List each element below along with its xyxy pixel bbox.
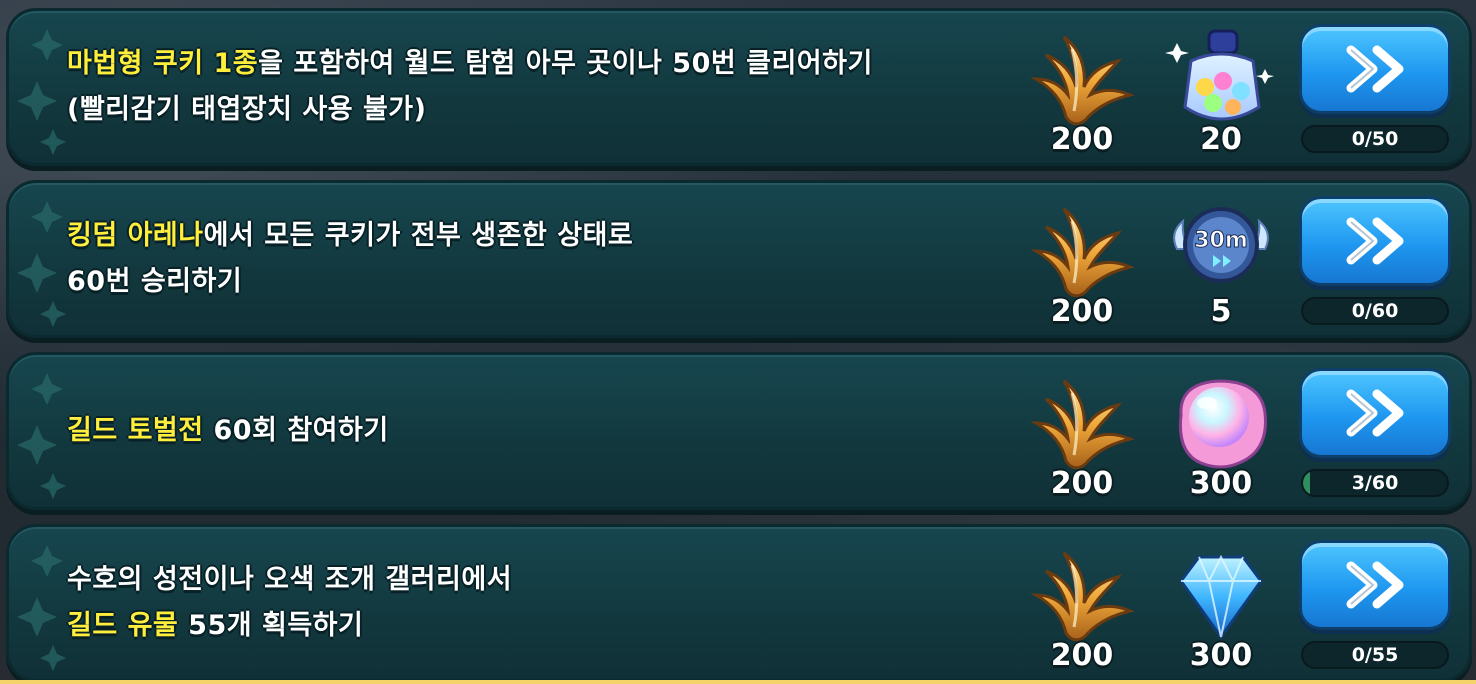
reward-primary: 200 <box>1022 21 1142 159</box>
quest-description: 마법형 쿠키 1종을 포함하여 월드 탐험 아무 곳이나 50번 클리어하기 (빨… <box>67 11 1017 163</box>
quest-keyword: 길드 토벌전 <box>67 415 204 446</box>
reward-secondary: 300 <box>1161 365 1281 503</box>
progress-bar: 0/55 <box>1301 641 1449 669</box>
svg-text:30m: 30m <box>1194 228 1248 253</box>
quest-description: 수호의 성전이나 오색 조개 갤러리에서길드 유물 55개 획득하기 <box>67 527 1017 679</box>
progress-label: 0/55 <box>1351 644 1399 666</box>
progress-bar: 0/60 <box>1301 297 1449 325</box>
quest-description: 길드 토벌전 60회 참여하기 <box>67 355 1017 507</box>
double-chevron-right-icon <box>1346 45 1404 93</box>
quest-text-segment: 60번 승리하기 <box>67 266 243 297</box>
reward-primary: 200 <box>1022 193 1142 331</box>
quest-description: 킹덤 아레나에서 모든 쿠키가 전부 생존한 상태로 60번 승리하기 <box>67 183 1017 335</box>
quest-text-segment: 을 포함하여 월드 탐험 아무 곳이나 50번 클리어하기 <box>258 48 873 79</box>
progress-label: 3/60 <box>1351 472 1399 494</box>
reward-amount: 300 <box>1189 466 1253 501</box>
reward-amount: 20 <box>1200 122 1242 157</box>
reward-amount: 200 <box>1050 466 1114 501</box>
go-button[interactable] <box>1299 196 1451 286</box>
reward-amount: 200 <box>1050 294 1114 329</box>
go-button[interactable] <box>1299 24 1451 114</box>
quest-description-line: 수호의 성전이나 오색 조개 갤러리에서 <box>67 557 1017 603</box>
quest-keyword: 킹덤 아레나 <box>67 220 204 251</box>
progress-bar: 0/50 <box>1301 125 1449 153</box>
quest-description-line: (빨리감기 태엽장치 사용 불가) <box>67 87 1017 133</box>
quest-card: 마법형 쿠키 1종을 포함하여 월드 탐험 아무 곳이나 50번 클리어하기 (빨… <box>6 8 1472 166</box>
quest-text-segment: 55개 획득하기 <box>178 610 364 641</box>
reward-amount: 300 <box>1189 638 1253 673</box>
bottom-strip <box>0 680 1476 684</box>
double-chevron-right-icon <box>1346 217 1404 265</box>
quest-description-line: 길드 유물 55개 획득하기 <box>67 603 1017 649</box>
progress-label: 0/60 <box>1351 300 1399 322</box>
reward-amount: 200 <box>1050 122 1114 157</box>
quest-text-segment: (빨리감기 태엽장치 사용 불가) <box>67 94 427 125</box>
quest-keyword: 마법형 쿠키 1종 <box>67 48 259 79</box>
reward-secondary: 30m 5 <box>1161 193 1281 331</box>
go-button[interactable] <box>1299 540 1451 630</box>
reward-primary: 200 <box>1022 365 1142 503</box>
quest-card: 킹덤 아레나에서 모든 쿠키가 전부 생존한 상태로 60번 승리하기 200 3… <box>6 180 1472 338</box>
progress-label: 0/50 <box>1351 128 1399 150</box>
reward-secondary: 20 <box>1161 21 1281 159</box>
quest-card: 수호의 성전이나 오색 조개 갤러리에서길드 유물 55개 획득하기 200 3… <box>6 524 1472 682</box>
progress-bar: 3/60 <box>1301 469 1449 497</box>
reward-amount: 200 <box>1050 638 1114 673</box>
go-button[interactable] <box>1299 368 1451 458</box>
quest-card: 길드 토벌전 60회 참여하기 200 300 3/60 <box>6 352 1472 510</box>
reward-secondary: 300 <box>1161 537 1281 675</box>
reward-amount: 5 <box>1210 294 1232 329</box>
quest-text-segment: 수호의 성전이나 오색 조개 갤러리에서 <box>67 564 513 595</box>
quest-text-segment: 에서 모든 쿠키가 전부 생존한 상태로 <box>203 220 634 251</box>
quest-description-line: 60번 승리하기 <box>67 259 1017 305</box>
quest-description-line: 킹덤 아레나에서 모든 쿠키가 전부 생존한 상태로 <box>67 213 1017 259</box>
quest-text-segment: 60회 참여하기 <box>203 415 389 446</box>
double-chevron-right-icon <box>1346 389 1404 437</box>
quest-description-line: 마법형 쿠키 1종을 포함하여 월드 탐험 아무 곳이나 50번 클리어하기 <box>67 41 1017 87</box>
quest-keyword: 길드 유물 <box>67 610 179 641</box>
quest-description-line: 길드 토벌전 60회 참여하기 <box>67 408 1017 454</box>
reward-primary: 200 <box>1022 537 1142 675</box>
double-chevron-right-icon <box>1346 561 1404 609</box>
